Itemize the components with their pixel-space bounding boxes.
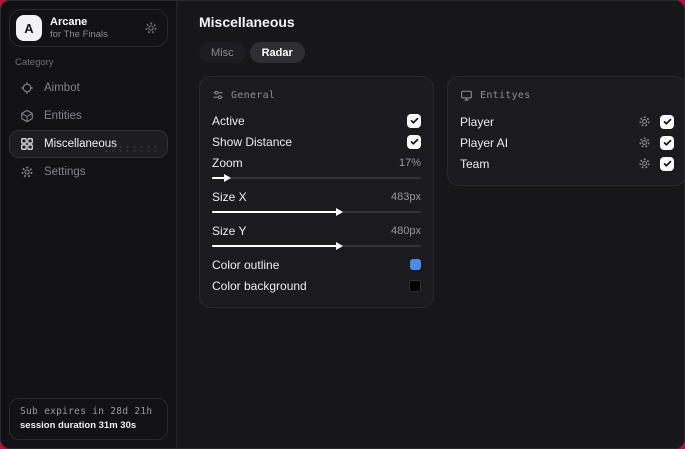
tab-bar: Misc Radar: [199, 42, 684, 63]
setting-row-color-outline: Color outline: [212, 254, 421, 275]
app-window: A Arcane for The Finals Category Aimbot: [0, 0, 685, 449]
grid-icon: [20, 137, 34, 151]
player-checkbox[interactable]: [660, 114, 674, 129]
zoom-value: 17%: [398, 156, 421, 169]
slider-track: [212, 208, 421, 216]
tab-misc[interactable]: Misc: [199, 42, 246, 63]
entity-row-player: Player: [460, 111, 674, 132]
zoom-slider[interactable]: [212, 173, 421, 183]
setting-row-color-background: Color background: [212, 275, 421, 296]
entities-card-header: Entityes: [460, 89, 674, 102]
page-title: Miscellaneous: [199, 14, 295, 30]
tab-radar[interactable]: Radar: [249, 42, 305, 63]
slider-fill: [212, 244, 338, 248]
setting-row-active: Active: [212, 110, 421, 131]
sidebar-item-aimbot[interactable]: Aimbot: [9, 74, 168, 102]
entity-label: Player AI: [460, 135, 509, 150]
avatar: A: [16, 15, 42, 41]
setting-row-zoom: Zoom 17%: [212, 152, 421, 173]
app-name: Arcane: [50, 15, 88, 28]
check-icon: [663, 160, 671, 167]
gear-icon[interactable]: [638, 136, 651, 149]
setting-row-size-y: Size Y 480px: [212, 220, 421, 241]
slider-fill: [212, 210, 338, 214]
team-checkbox[interactable]: [660, 156, 674, 171]
size-y-slider[interactable]: [212, 241, 421, 251]
sidebar-item-label: Aimbot: [44, 82, 80, 94]
sidebar-item-label: Entities: [44, 110, 82, 122]
color-outline-swatch[interactable]: [410, 259, 421, 270]
entity-row-team: Team: [460, 153, 674, 174]
color-background-swatch[interactable]: [409, 279, 421, 292]
session-duration-text: session duration 31m 30s: [20, 420, 137, 431]
sidebar-item-miscellaneous[interactable]: Miscellaneous: [9, 130, 168, 158]
entity-label: Team: [460, 156, 490, 171]
sidebar-item-settings[interactable]: Settings: [9, 158, 168, 186]
sub-expires-text: Sub expires in 28d 21h: [20, 406, 153, 417]
crosshair-icon: [20, 81, 34, 95]
size-x-value: 483px: [391, 190, 421, 203]
size-y-value: 480px: [391, 224, 421, 237]
setting-label: Size X: [212, 189, 247, 204]
entity-label: Player: [460, 114, 495, 129]
setting-row-size-x: Size X 483px: [212, 186, 421, 207]
monitor-icon: [460, 89, 473, 102]
entities-card-title: Entityes: [480, 90, 531, 101]
size-x-slider[interactable]: [212, 207, 421, 217]
setting-label: Show Distance: [212, 134, 293, 149]
category-label: Category: [15, 57, 54, 68]
profile-text: Arcane for The Finals: [50, 16, 108, 41]
setting-label: Color background: [212, 278, 307, 293]
gear-icon: [20, 165, 34, 179]
entities-card: Entityes Player Player AI Team: [447, 76, 684, 186]
slider-thumb[interactable]: [336, 208, 344, 216]
check-icon: [410, 117, 418, 124]
check-icon: [663, 139, 671, 146]
backdrop: { "backdrop_color": "#b31433", "profile"…: [0, 0, 685, 449]
main-panel: Miscellaneous Misc Radar General Active: [176, 1, 684, 448]
entity-row-player-ai: Player AI: [460, 132, 674, 153]
cards-row: General Active Show Distance Zoom 17% Si…: [199, 76, 684, 308]
check-icon: [663, 118, 671, 125]
setting-label: Zoom: [212, 155, 243, 170]
gear-icon[interactable]: [638, 157, 651, 170]
setting-label: Active: [212, 113, 245, 128]
app-subtitle: for The Finals: [50, 28, 108, 40]
setting-label: Color outline: [212, 257, 280, 272]
sidebar-item-label: Miscellaneous: [44, 138, 117, 150]
check-icon: [410, 138, 418, 145]
gear-icon[interactable]: [638, 115, 651, 128]
show-distance-checkbox[interactable]: [407, 134, 421, 149]
sidebar: A Arcane for The Finals Category Aimbot: [1, 1, 176, 448]
sidebar-item-entities[interactable]: Entities: [9, 102, 168, 130]
cube-icon: [20, 109, 34, 123]
gear-icon[interactable]: [144, 21, 158, 35]
general-card-header: General: [212, 89, 421, 101]
sidebar-item-label: Settings: [44, 166, 86, 178]
slider-thumb[interactable]: [336, 242, 344, 250]
subscription-card: Sub expires in 28d 21h session duration …: [9, 398, 168, 440]
general-card-title: General: [231, 89, 276, 101]
slider-track: [212, 174, 421, 182]
slider-track: [212, 242, 421, 250]
active-checkbox[interactable]: [407, 113, 421, 128]
entity-controls: [638, 135, 674, 150]
player-ai-checkbox[interactable]: [660, 135, 674, 150]
setting-row-show-distance: Show Distance: [212, 131, 421, 152]
profile-card: A Arcane for The Finals: [9, 9, 168, 47]
setting-label: Size Y: [212, 223, 247, 238]
sliders-icon: [212, 89, 224, 101]
slider-thumb[interactable]: [223, 174, 231, 182]
entity-controls: [638, 156, 674, 171]
sidebar-nav: Aimbot Entities Miscellaneous Settings: [9, 74, 168, 186]
general-card: General Active Show Distance Zoom 17% Si…: [199, 76, 434, 308]
entity-controls: [638, 114, 674, 129]
